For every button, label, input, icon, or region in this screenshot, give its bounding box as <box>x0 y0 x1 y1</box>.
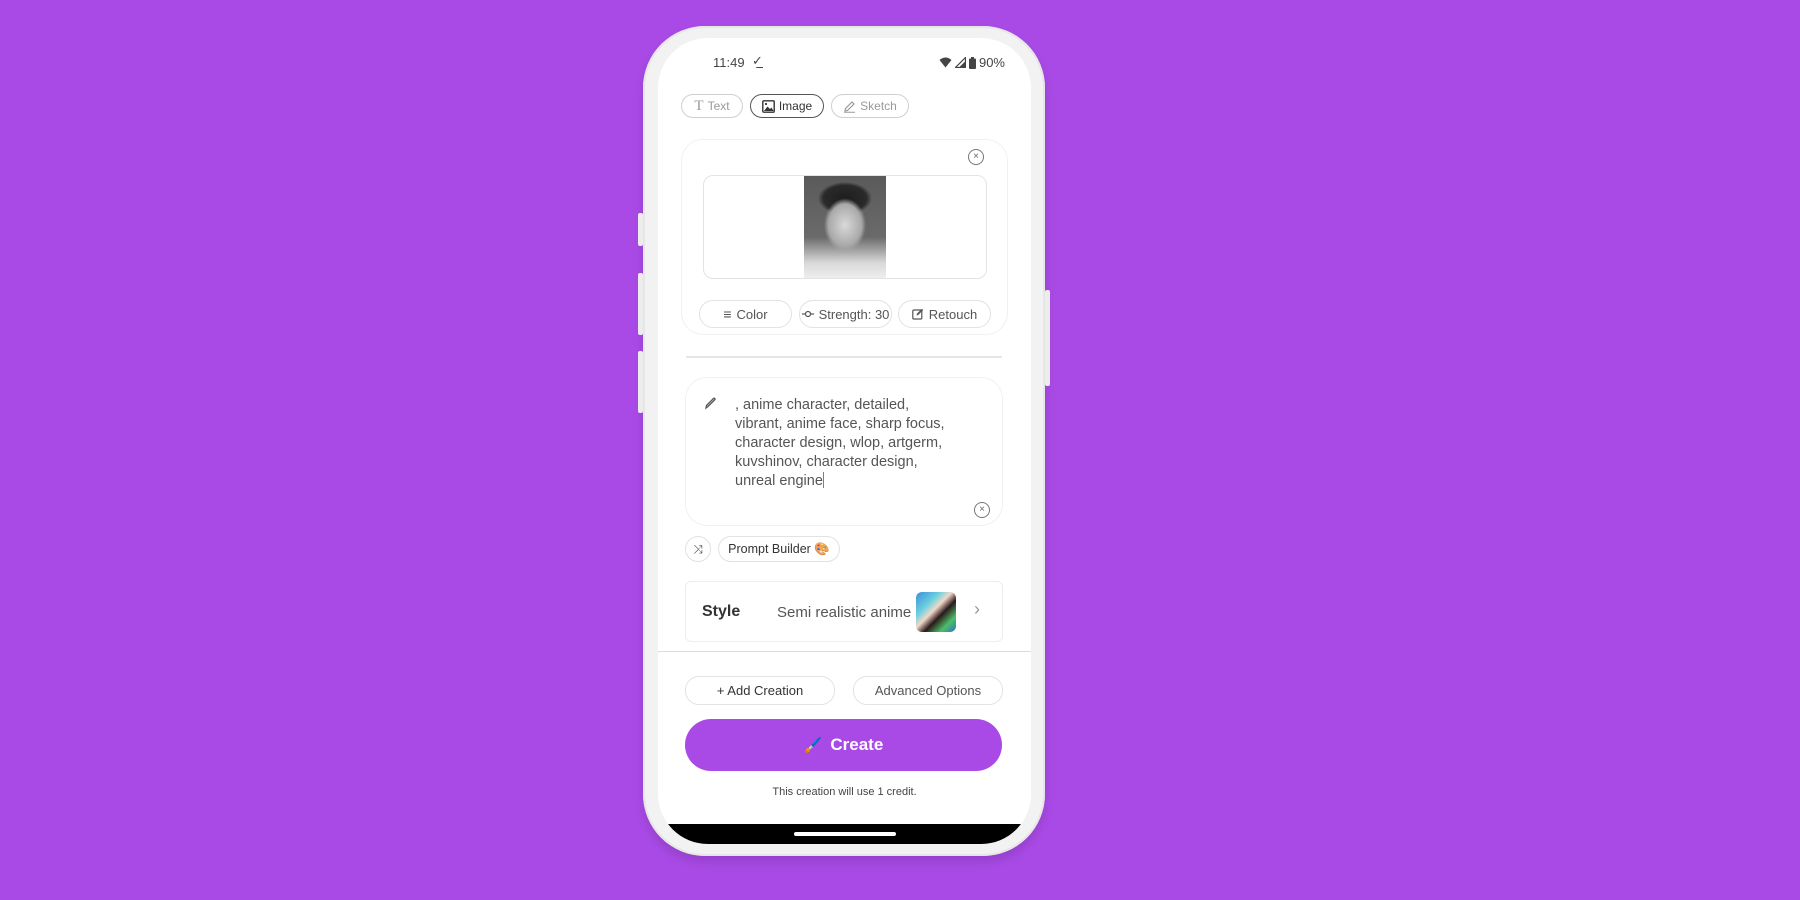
prompt-input[interactable]: , anime character, detailed, vibrant, an… <box>685 377 1003 526</box>
section-divider <box>686 356 1002 358</box>
system-nav-bar <box>658 824 1031 844</box>
style-label: Style <box>702 603 741 620</box>
style-thumbnail <box>916 592 956 632</box>
tab-image-label: Image <box>778 99 813 113</box>
remove-image-icon[interactable]: × <box>968 149 984 165</box>
advanced-options-label: Advanced Options <box>874 683 982 698</box>
tab-text-label: Text <box>707 99 730 113</box>
download-done-icon: ✓̲ <box>752 53 763 68</box>
status-icons: 90% <box>939 55 1005 70</box>
color-button[interactable]: ≡ Color <box>699 300 792 328</box>
phone-volume-down <box>638 351 643 413</box>
prompt-builder-label: Prompt Builder 🎨 <box>728 541 830 556</box>
phone-volume-up <box>638 273 643 335</box>
status-time: 11:49 <box>713 55 745 70</box>
image-icon <box>761 99 775 113</box>
paintbrush-icon: 🖌️ <box>803 737 823 754</box>
tab-sketch-label: Sketch <box>860 99 897 113</box>
phone-screen: 11:49 ✓̲ 90% T Text Image Sketch × ≡ Col… <box>658 38 1031 844</box>
credit-note: This creation will use 1 credit. <box>772 786 917 798</box>
shuffle-button[interactable]: ⤨ <box>685 536 711 562</box>
bottom-divider <box>658 651 1031 652</box>
style-selector[interactable]: Style Semi realistic anime › <box>685 581 1003 642</box>
home-indicator[interactable] <box>794 832 896 836</box>
battery-percent: 90% <box>978 55 1005 70</box>
tab-sketch[interactable]: Sketch <box>831 94 909 118</box>
strength-button[interactable]: Strength: 30 <box>799 300 892 328</box>
image-card: × ≡ Color Strength: 30 Retouch <box>681 139 1008 335</box>
phone-side-button <box>638 213 643 246</box>
signal-icon <box>954 57 966 68</box>
prompt-value: , anime character, detailed, vibrant, an… <box>735 397 945 489</box>
add-creation-label: + Add Creation <box>716 683 804 698</box>
text-caret <box>822 472 824 488</box>
prompt-builder-button[interactable]: Prompt Builder 🎨 <box>718 536 840 562</box>
prompt-text[interactable]: , anime character, detailed, vibrant, an… <box>735 396 965 491</box>
menu-lines-icon: ≡ <box>723 306 732 322</box>
image-preview[interactable] <box>703 175 987 279</box>
color-label: Color <box>736 306 768 322</box>
retouch-button[interactable]: Retouch <box>898 300 991 328</box>
create-button[interactable]: 🖌️ Create <box>685 719 1002 771</box>
phone-power-button <box>1045 290 1050 386</box>
pencil-icon <box>705 397 716 410</box>
edit-icon <box>911 308 923 320</box>
text-icon: T <box>694 97 704 114</box>
clear-prompt-icon[interactable]: × <box>974 502 990 518</box>
tab-text[interactable]: T Text <box>681 94 743 118</box>
battery-icon <box>968 56 976 69</box>
slider-icon <box>801 310 814 318</box>
uploaded-portrait-image <box>804 176 886 278</box>
pencil-icon <box>844 100 856 113</box>
shuffle-icon: ⤨ <box>693 541 703 556</box>
retouch-label: Retouch <box>928 306 978 322</box>
chevron-right-icon: › <box>974 599 980 619</box>
add-creation-button[interactable]: + Add Creation <box>685 676 835 705</box>
create-label: Create <box>830 735 884 754</box>
advanced-options-button[interactable]: Advanced Options <box>853 676 1003 705</box>
wifi-icon <box>939 57 952 68</box>
strength-label: Strength: 30 <box>818 306 890 322</box>
style-value: Semi realistic anime <box>777 604 912 621</box>
tab-image[interactable]: Image <box>750 94 824 118</box>
